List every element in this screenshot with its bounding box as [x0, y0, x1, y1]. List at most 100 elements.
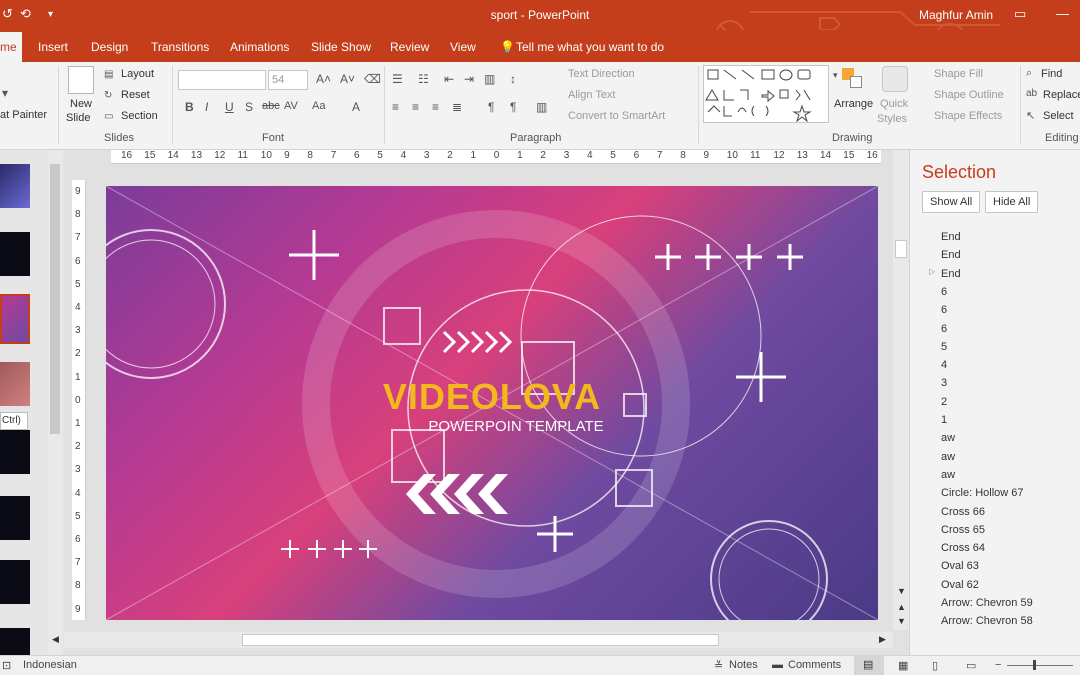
selection-item[interactable]: Oval 62 [941, 579, 979, 591]
slide-thumbnail[interactable] [0, 430, 30, 474]
tab-insert[interactable]: Insert [38, 40, 68, 54]
slide-thumbnail[interactable] [0, 362, 30, 406]
underline-icon[interactable]: U [225, 100, 234, 114]
selection-item[interactable]: aw [941, 432, 955, 444]
shape-outline-button[interactable]: Shape Outline [934, 89, 1004, 101]
increase-indent-icon[interactable]: ⇥ [464, 72, 474, 86]
columns-icon[interactable]: ▥ [484, 72, 495, 86]
bold-icon[interactable]: B [185, 100, 194, 114]
convert-smartart-button[interactable]: Convert to SmartArt [568, 110, 665, 122]
replace-button[interactable]: Replace [1043, 89, 1080, 101]
zoom-slider[interactable] [1007, 665, 1073, 666]
selection-item[interactable]: Cross 66 [941, 506, 985, 518]
find-button[interactable]: Find [1041, 68, 1062, 80]
selection-item[interactable]: Oval 63 [941, 560, 979, 572]
tell-me-search[interactable]: Tell me what you want to do [516, 40, 664, 54]
hide-all-button[interactable]: Hide All [985, 191, 1039, 213]
reading-view-icon[interactable]: ▯ [932, 659, 938, 672]
italic-icon[interactable]: I [205, 100, 208, 114]
selection-item[interactable]: 5 [941, 341, 947, 353]
scroll-right-icon[interactable]: ▶ [879, 634, 886, 645]
quick-styles-icon[interactable] [882, 66, 908, 92]
thumbnail-scroll-thumb[interactable] [50, 164, 60, 434]
shapes-gallery[interactable] [703, 65, 829, 123]
thumbnail-scrollbar[interactable] [48, 150, 62, 655]
expand-group-icon[interactable]: ▷ [929, 267, 935, 276]
strikethrough-icon[interactable]: abc [262, 100, 280, 112]
horizontal-scroll-thumb[interactable] [242, 634, 719, 646]
spelling-icon[interactable]: ⊡ [2, 659, 11, 672]
new-slide-icon[interactable] [68, 66, 94, 94]
slide-thumbnail[interactable] [0, 560, 30, 604]
shadow-icon[interactable]: S [245, 100, 253, 114]
section-button[interactable]: Section [121, 110, 158, 122]
shape-fill-button[interactable]: Shape Fill [934, 68, 983, 80]
vertical-scroll-thumb[interactable] [895, 240, 907, 258]
cut-dropdown-icon[interactable]: ▾ [2, 86, 8, 100]
language-indicator[interactable]: Indonesian [23, 659, 77, 671]
align-right-icon[interactable]: ≡ [432, 100, 439, 114]
comments-button[interactable]: Comments [788, 659, 841, 671]
notes-button[interactable]: Notes [729, 659, 758, 671]
reset-button[interactable]: Reset [121, 89, 150, 101]
font-size-box[interactable]: 54 [268, 70, 308, 90]
selection-item[interactable]: 6 [941, 323, 947, 335]
slide-thumbnail[interactable] [0, 628, 30, 655]
slide-thumbnail[interactable] [0, 496, 30, 540]
font-name-box[interactable] [178, 70, 266, 90]
change-case-icon[interactable]: Aa [312, 100, 325, 112]
selection-item[interactable]: 3 [941, 377, 947, 389]
quick-styles-label-2[interactable]: Styles [877, 113, 907, 125]
selection-item[interactable]: End [941, 249, 961, 261]
tab-home[interactable]: me [0, 32, 22, 62]
next-slide-icon[interactable]: ▼ [897, 616, 906, 626]
selection-item[interactable]: 4 [941, 359, 947, 371]
vertical-scrollbar[interactable]: ▼ ▲ ▼ [893, 150, 909, 630]
ltr-icon[interactable]: ¶ [488, 100, 494, 114]
previous-slide-icon[interactable]: ▲ [897, 602, 906, 612]
horizontal-scrollbar[interactable]: ◀ ▶ [52, 632, 893, 648]
ribbon-display-options-icon[interactable]: ▭ [1014, 6, 1026, 22]
tab-slide-show[interactable]: Slide Show [311, 40, 371, 54]
slide-title[interactable]: VIDEOLOVA [332, 376, 652, 418]
selection-item[interactable]: Cross 65 [941, 524, 985, 536]
paste-options-badge[interactable]: Ctrl) [0, 412, 28, 430]
arrange-button[interactable]: Arrange [834, 98, 873, 110]
selection-item[interactable]: Arrow: Chevron 58 [941, 615, 1033, 627]
selection-item[interactable]: 1 [941, 414, 947, 426]
zoom-out-icon[interactable]: − [995, 659, 1001, 671]
clear-formatting-icon[interactable]: ⌫ [364, 72, 381, 86]
new-slide-label[interactable]: New [70, 98, 92, 110]
font-color-icon[interactable]: A [352, 100, 360, 114]
quick-styles-label[interactable]: Quick [880, 98, 908, 110]
layout-button[interactable]: Layout [121, 68, 154, 80]
columns-2-icon[interactable]: ▥ [536, 100, 547, 114]
numbering-icon[interactable]: ☷ [418, 72, 429, 86]
bullets-icon[interactable]: ☰ [392, 72, 403, 86]
format-painter-button[interactable]: at Painter [0, 109, 47, 121]
shape-effects-button[interactable]: Shape Effects [934, 110, 1002, 122]
scroll-left-icon[interactable]: ◀ [52, 634, 59, 645]
selection-item[interactable]: aw [941, 451, 955, 463]
selection-item[interactable]: End [941, 231, 961, 243]
slide-thumbnail-selected[interactable] [0, 294, 30, 344]
slide-thumbnail[interactable] [0, 164, 30, 208]
selection-item[interactable]: 2 [941, 396, 947, 408]
selection-item[interactable]: 6 [941, 304, 947, 316]
selection-item[interactable]: Arrow: Chevron 59 [941, 597, 1033, 609]
align-text-button[interactable]: Align Text [568, 89, 616, 101]
character-spacing-icon[interactable]: AV [284, 100, 298, 112]
increase-font-icon[interactable]: A˄ [316, 72, 331, 86]
selection-item[interactable]: Cross 64 [941, 542, 985, 554]
decrease-indent-icon[interactable]: ⇤ [444, 72, 454, 86]
center-icon[interactable]: ≡ [412, 100, 419, 114]
tab-view[interactable]: View [450, 40, 476, 54]
selection-item[interactable]: aw [941, 469, 955, 481]
minimize-icon[interactable]: — [1056, 6, 1069, 21]
new-slide-label-2[interactable]: Slide [66, 112, 90, 124]
selection-item[interactable]: 6 [941, 286, 947, 298]
gallery-more-icon[interactable]: ▾ [833, 70, 838, 81]
tab-review[interactable]: Review [390, 40, 429, 54]
arrange-icon[interactable] [840, 66, 864, 90]
line-spacing-icon[interactable]: ↕ [510, 72, 516, 86]
